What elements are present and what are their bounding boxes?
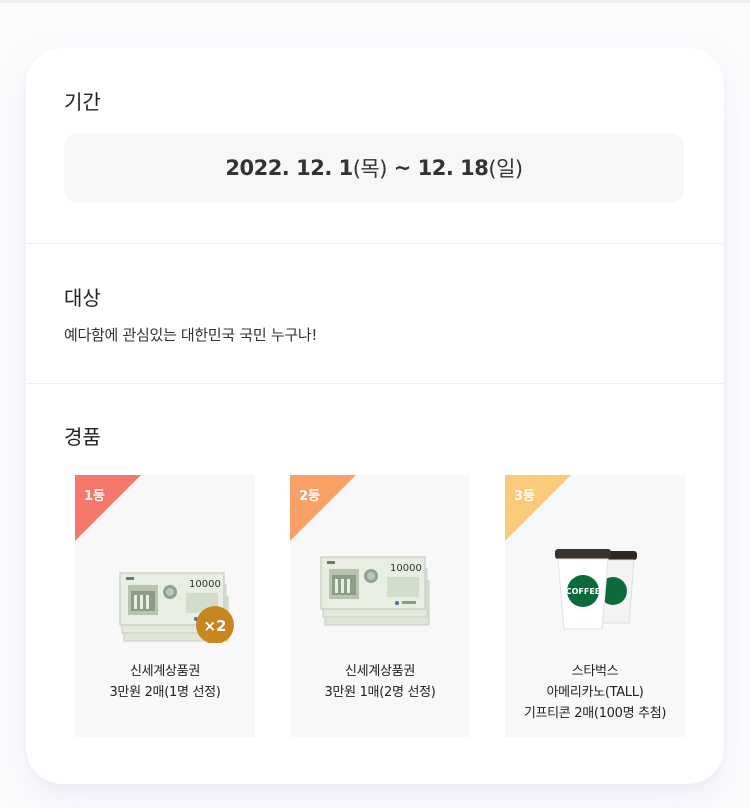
top-divider (0, 0, 750, 3)
event-info-card: 기간 2022. 12. 1 (목) ~ 12. 18 (일) 대상 예다함에 관심… (26, 48, 724, 784)
prizes-section: 경품 1등 10000 ×2 신세계상품권 3만원 2매(1명 선정) 2등 1… (26, 383, 724, 785)
prize-card-1st: 1등 10000 ×2 신세계상품권 3만원 2매(1명 선정) (75, 475, 255, 737)
gift-certificate-icon: 10000 ×2 (119, 572, 234, 643)
prize-card-2nd: 2등 10000 신세계상품권 3만원 1매(2명 선정) (290, 475, 470, 737)
prize-description: 신세계상품권 3만원 2매(1명 선정) (75, 661, 255, 703)
rank-label: 3등 (514, 489, 536, 504)
period-box: 2022. 12. 1 (목) ~ 12. 18 (일) (64, 133, 684, 203)
prize-line: 아메리카노(TALL) (546, 685, 644, 700)
rank-label: 1등 (84, 489, 106, 504)
prizes-heading: 경품 (64, 425, 101, 449)
period-section: 기간 2022. 12. 1 (목) ~ 12. 18 (일) (26, 48, 724, 243)
prize-line: 기프티콘 2매(100명 추첨) (523, 706, 667, 721)
gift-certificate-icon: 10000 (320, 556, 430, 626)
prize-description: 스타벅스 아메리카노(TALL) 기프티콘 2매(100명 추첨) (505, 661, 685, 724)
cup-label: COFFEE (566, 587, 601, 596)
ticket-amount: 10000 (390, 563, 422, 574)
rank-label: 2등 (299, 489, 321, 504)
prize-line: 신세계상품권 (345, 664, 415, 679)
prize-line: 3만원 1매(2명 선정) (324, 685, 436, 700)
target-description: 예다함에 관심있는 대한민국 국민 누구나! (64, 326, 318, 344)
prize-line: 3만원 2매(1명 선정) (109, 685, 221, 700)
period-end-day: (일) (488, 157, 523, 181)
target-heading: 대상 (64, 286, 101, 310)
period-heading: 기간 (64, 90, 101, 114)
prize-line: 스타벅스 (571, 664, 619, 679)
prize-description: 신세계상품권 3만원 1매(2명 선정) (290, 661, 470, 703)
period-end-date: 12. 18 (417, 156, 489, 180)
period-start-day: (목) (352, 157, 388, 181)
prize-card-3rd: 3등 COFFEE 스타벅스 아메리카노(TALL) 기프티콘 2매(100명 … (505, 475, 685, 737)
quantity-badge: ×2 (203, 617, 226, 635)
coffee-cup-icon: COFFEE (555, 549, 637, 630)
period-start-date: 2022. 12. 1 (225, 156, 353, 180)
target-section: 대상 예다함에 관심있는 대한민국 국민 누구나! (26, 243, 724, 384)
prize-line: 신세계상품권 (130, 664, 200, 679)
period-separator: ~ (386, 156, 418, 180)
ticket-amount: 10000 (189, 579, 221, 590)
